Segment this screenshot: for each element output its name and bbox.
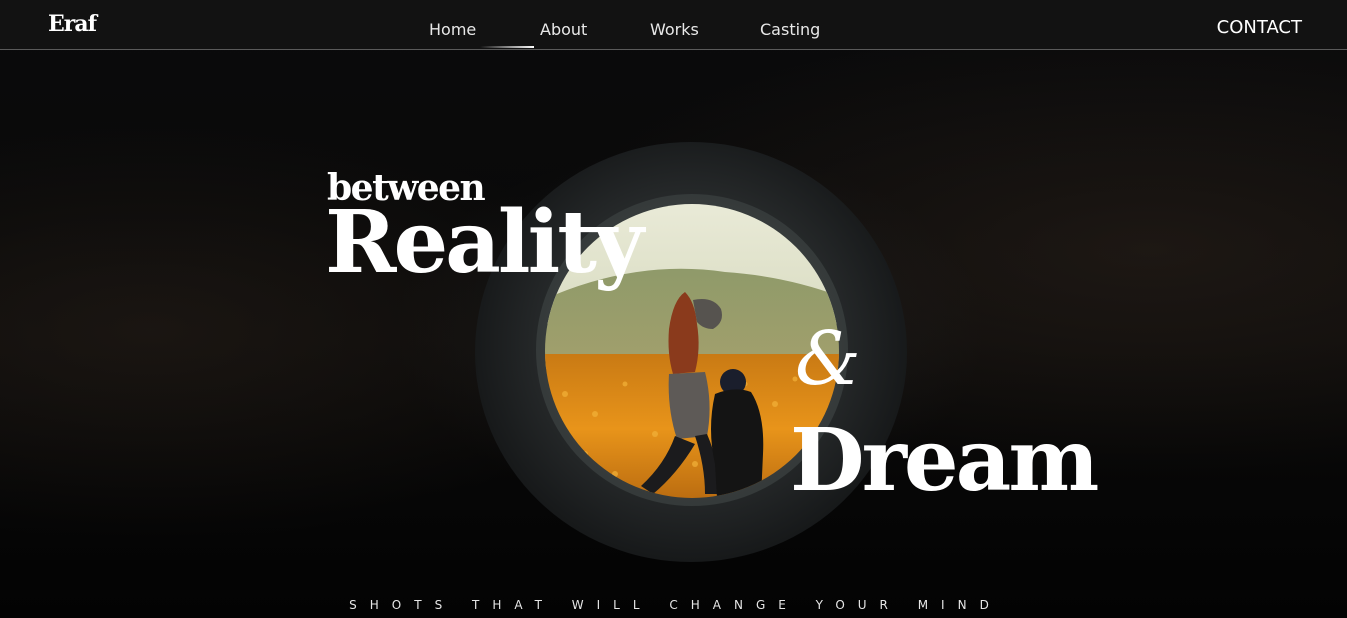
nav-link-works[interactable]: Works (650, 20, 699, 39)
active-nav-underline (480, 46, 534, 48)
hero-background: Eraf Home About Works Casting CONTACT be… (0, 0, 1347, 618)
hero-word-dream: Dream (790, 410, 1099, 511)
logo[interactable]: Eraf (48, 11, 97, 37)
hero-tagline: SHOTS THAT WILL CHANGE YOUR MIND (349, 598, 1002, 612)
hero-word-reality: Reality (325, 192, 644, 293)
nav-link-about[interactable]: About (540, 20, 587, 39)
hero-ampersand: & (795, 316, 861, 402)
navbar: Eraf Home About Works Casting CONTACT (0, 0, 1347, 50)
contact-link[interactable]: CONTACT (1217, 17, 1302, 38)
nav-link-home[interactable]: Home (429, 20, 476, 39)
nav-link-casting[interactable]: Casting (760, 20, 820, 39)
